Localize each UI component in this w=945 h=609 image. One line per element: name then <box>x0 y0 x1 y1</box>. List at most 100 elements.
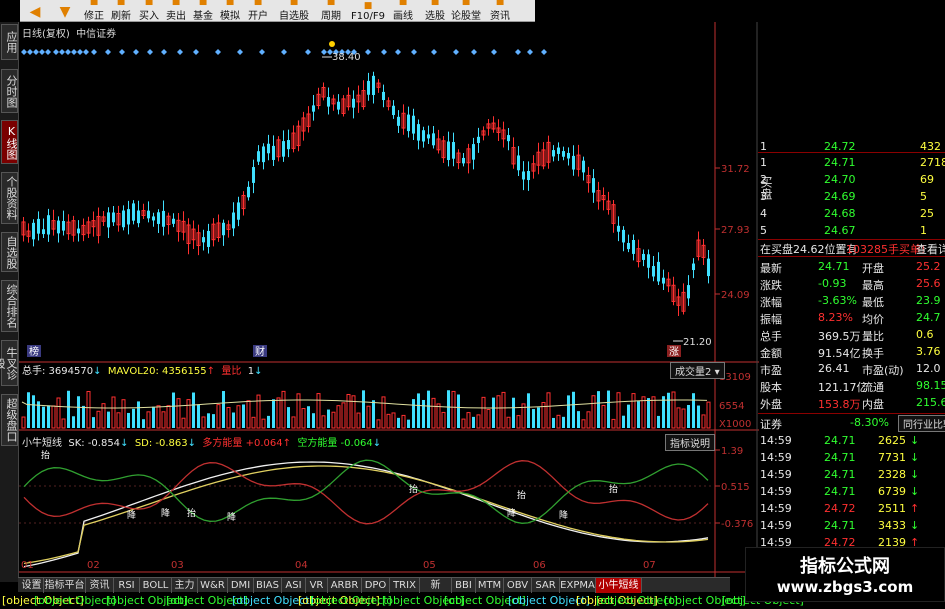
stat-label: 最新 <box>760 262 782 275</box>
indicator-tab[interactable]: W&R <box>198 578 228 593</box>
indicator-signal-label: 抬 <box>187 507 196 519</box>
candle-body <box>472 144 475 160</box>
toolbar-item[interactable]: ■ 修正 <box>82 0 106 22</box>
toolbar-item[interactable]: ■ 买入 <box>136 0 162 22</box>
side-tab[interactable]: 应用 <box>1 24 18 60</box>
volume-bar <box>121 399 126 429</box>
toolbar-item[interactable]: ■ 模拟 <box>218 0 242 22</box>
toolbar-item[interactable]: ■ 论股堂 <box>450 0 482 22</box>
indicator-tab[interactable]: RSI <box>114 578 140 593</box>
candle-body <box>137 210 140 224</box>
toolbar-icon: ■ <box>398 0 408 7</box>
event-marker-label: 财 <box>255 345 265 358</box>
orderbook-price: 24.71 <box>824 156 856 169</box>
toolbar-item[interactable]: ■ 资讯 <box>482 0 518 22</box>
candle-body <box>432 133 435 146</box>
volume-bar <box>261 418 266 429</box>
indicator-tab[interactable]: 设置 <box>20 578 44 593</box>
volume-bar <box>146 411 151 429</box>
indicator-tab[interactable]: 小牛短线 <box>596 578 642 593</box>
indicator-tab[interactable]: EXPMA <box>560 578 596 593</box>
indicator-signal-label: 降 <box>127 509 136 521</box>
indicator-tab[interactable]: TRIX <box>390 578 420 593</box>
volume-bar <box>172 392 175 428</box>
down-arrow-button[interactable]: ▼ <box>50 0 80 22</box>
volume-bar <box>192 392 195 428</box>
candle-body <box>32 222 35 240</box>
side-tab[interactable]: 牛叉诊股 <box>0 340 18 386</box>
volume-bar <box>132 408 135 428</box>
volume-bar <box>552 417 555 428</box>
indicator-tab[interactable]: SAR <box>532 578 560 593</box>
indicator-tab[interactable]: BIAS <box>254 578 282 593</box>
toolbar-label: F10/F9 <box>351 11 385 22</box>
indicator-tab[interactable]: 主力 <box>172 578 198 593</box>
indicator-tab[interactable]: VR <box>306 578 328 593</box>
candle-body <box>202 237 205 243</box>
orderbook-divider <box>758 256 945 257</box>
indicator-tab[interactable]: BOLL <box>140 578 172 593</box>
indicator-tab[interactable]: 指标平台 <box>44 578 86 593</box>
side-tab[interactable]: 自选股 <box>1 232 18 272</box>
candle-body <box>407 114 410 132</box>
indicator-tab[interactable]: 新DMA <box>420 578 452 606</box>
indicator-tab[interactable]: DPO <box>362 578 390 593</box>
indicator-help-button[interactable]: 指标说明 <box>665 434 715 451</box>
toolbar-icon: ■ <box>225 0 235 7</box>
indicator-tick-label: 0.515 <box>721 482 750 493</box>
toolbar-item[interactable]: ■ 开户 <box>244 0 272 22</box>
toolbar-icon: ■ <box>171 0 181 7</box>
volume-bar <box>222 391 225 428</box>
volume-bar <box>281 390 286 429</box>
indicator-tab[interactable]: BBI <box>452 578 476 593</box>
volume-bar <box>67 390 70 428</box>
candle-body <box>107 212 110 228</box>
side-tab[interactable]: K线图 <box>1 120 18 164</box>
indicator-tab[interactable]: 资讯 <box>86 578 114 593</box>
indicator-tab[interactable]: ARBR <box>328 578 362 593</box>
signal-diamond <box>59 49 65 55</box>
sector-name: 证券 <box>760 418 782 431</box>
stat-value: 8.23% <box>818 311 853 324</box>
side-tab[interactable]: 个股资料 <box>1 172 18 224</box>
tick-price: 24.71 <box>824 451 856 464</box>
tick-volume: 6739 <box>878 485 906 498</box>
volume-bar <box>527 393 530 428</box>
order-notice-link[interactable]: 查看详 <box>916 241 945 257</box>
toolbar-item[interactable]: ■ F10/F9 <box>348 0 388 22</box>
sector-compare-button[interactable]: 同行业比较 <box>898 415 945 432</box>
candle-body <box>627 242 630 250</box>
toolbar-item[interactable]: ■ 卖出 <box>164 0 188 22</box>
signal-diamond <box>119 49 125 55</box>
indicator-tab[interactable]: MTM <box>476 578 504 593</box>
volume-bar <box>441 411 446 429</box>
indicator-name: 小牛短线 <box>22 438 62 449</box>
back-arrow-button[interactable]: ◀ <box>22 0 48 22</box>
toolbar-item[interactable]: ■ 周期 <box>316 0 346 22</box>
indicator-tab[interactable]: DMI <box>228 578 254 593</box>
toolbar-item[interactable]: ■ 刷新 <box>108 0 134 22</box>
tick-volume: 3433 <box>878 519 906 532</box>
signal-diamond <box>259 49 265 55</box>
toolbar-item[interactable]: ■ 自选股 <box>274 0 314 22</box>
volume-bar <box>697 405 700 428</box>
volume-tick-label: X1000 <box>719 419 751 430</box>
side-tab[interactable]: 超级盘口 <box>1 394 18 446</box>
indicator-tick-label: 1.39 <box>721 446 743 457</box>
stat-label: 金额 <box>760 347 782 360</box>
volume-bar <box>256 394 261 429</box>
toolbar-item[interactable]: ■ 画线 <box>388 0 418 22</box>
side-tab[interactable]: 综合排名 <box>1 280 18 332</box>
volume-bar <box>601 404 606 429</box>
volume-select-button[interactable]: 成交量2 ▾ <box>670 362 725 379</box>
toolbar-item[interactable]: ■ 基金 <box>190 0 216 22</box>
indicator-tab[interactable]: OBV <box>504 578 532 593</box>
signal-diamond <box>105 49 111 55</box>
toolbar-label: 修正 <box>84 11 104 22</box>
indicator-tab[interactable]: ASI <box>282 578 306 593</box>
side-tab[interactable]: 分时图 <box>1 69 18 113</box>
toolbar-item[interactable]: ■ 选股 <box>420 0 450 22</box>
tick-volume: 7731 <box>878 451 906 464</box>
candle-body <box>232 212 235 229</box>
month-label: 03 <box>171 560 184 571</box>
